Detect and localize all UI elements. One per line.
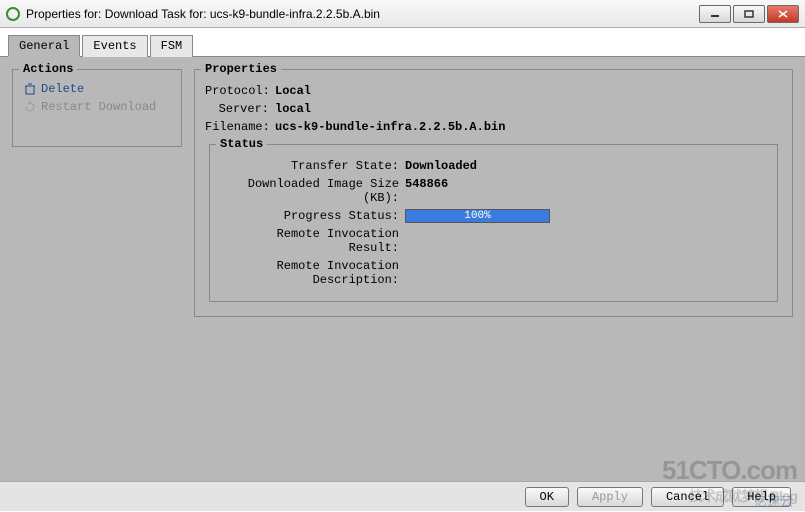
- downloaded-size-label: Downloaded Image Size (KB):: [220, 177, 405, 205]
- filename-value: ucs-k9-bundle-infra.2.2.5b.A.bin: [275, 120, 505, 134]
- row-server: Server: local: [205, 102, 782, 116]
- button-bar: OK Apply Cancel Help: [0, 481, 805, 511]
- row-progress: Progress Status: 100%: [220, 209, 767, 223]
- status-panel: Status Transfer State: Downloaded Downlo…: [209, 144, 778, 302]
- downloaded-size-value: 548866: [405, 177, 448, 205]
- tab-bar: General Events FSM: [0, 28, 805, 57]
- action-restart: Restart Download: [23, 98, 171, 116]
- protocol-value: Local: [275, 84, 311, 98]
- row-remote-result: Remote Invocation Result:: [220, 227, 767, 255]
- actions-title: Actions: [19, 62, 77, 76]
- cancel-button[interactable]: Cancel: [651, 487, 724, 507]
- remote-result-label: Remote Invocation Result:: [220, 227, 405, 255]
- protocol-label: Protocol:: [205, 84, 275, 98]
- row-transfer-state: Transfer State: Downloaded: [220, 159, 767, 173]
- trash-icon: [23, 82, 37, 96]
- tab-events[interactable]: Events: [82, 35, 147, 57]
- progress-bar: 100%: [405, 209, 550, 223]
- apply-button[interactable]: Apply: [577, 487, 643, 507]
- content-area: Actions Delete Restart Download Properti…: [0, 57, 805, 481]
- progress-value: 100%: [464, 210, 490, 222]
- actions-panel: Actions Delete Restart Download: [12, 69, 182, 147]
- restart-icon: [23, 100, 37, 114]
- tab-fsm[interactable]: FSM: [150, 35, 194, 57]
- row-protocol: Protocol: Local: [205, 84, 782, 98]
- tab-general[interactable]: General: [8, 35, 80, 57]
- action-delete-label: Delete: [41, 82, 84, 96]
- action-restart-label: Restart Download: [41, 100, 156, 114]
- remote-desc-label: Remote Invocation Description:: [220, 259, 405, 287]
- status-title: Status: [216, 137, 267, 151]
- transfer-state-label: Transfer State:: [220, 159, 405, 173]
- action-delete[interactable]: Delete: [23, 80, 171, 98]
- close-button[interactable]: [767, 5, 799, 23]
- app-icon: [6, 7, 20, 21]
- filename-label: Filename:: [205, 120, 275, 134]
- properties-panel: Properties Protocol: Local Server: local…: [194, 69, 793, 317]
- help-button[interactable]: Help: [732, 487, 791, 507]
- window-controls: [697, 5, 799, 23]
- row-remote-desc: Remote Invocation Description:: [220, 259, 767, 287]
- row-filename: Filename: ucs-k9-bundle-infra.2.2.5b.A.b…: [205, 120, 782, 134]
- server-value: local: [275, 102, 311, 116]
- title-bar: Properties for: Download Task for: ucs-k…: [0, 0, 805, 28]
- row-downloaded-size: Downloaded Image Size (KB): 548866: [220, 177, 767, 205]
- maximize-button[interactable]: [733, 5, 765, 23]
- properties-title: Properties: [201, 62, 281, 76]
- minimize-button[interactable]: [699, 5, 731, 23]
- transfer-state-value: Downloaded: [405, 159, 477, 173]
- window-title: Properties for: Download Task for: ucs-k…: [26, 7, 380, 21]
- ok-button[interactable]: OK: [525, 487, 569, 507]
- progress-label: Progress Status:: [220, 209, 405, 223]
- server-label: Server:: [205, 102, 275, 116]
